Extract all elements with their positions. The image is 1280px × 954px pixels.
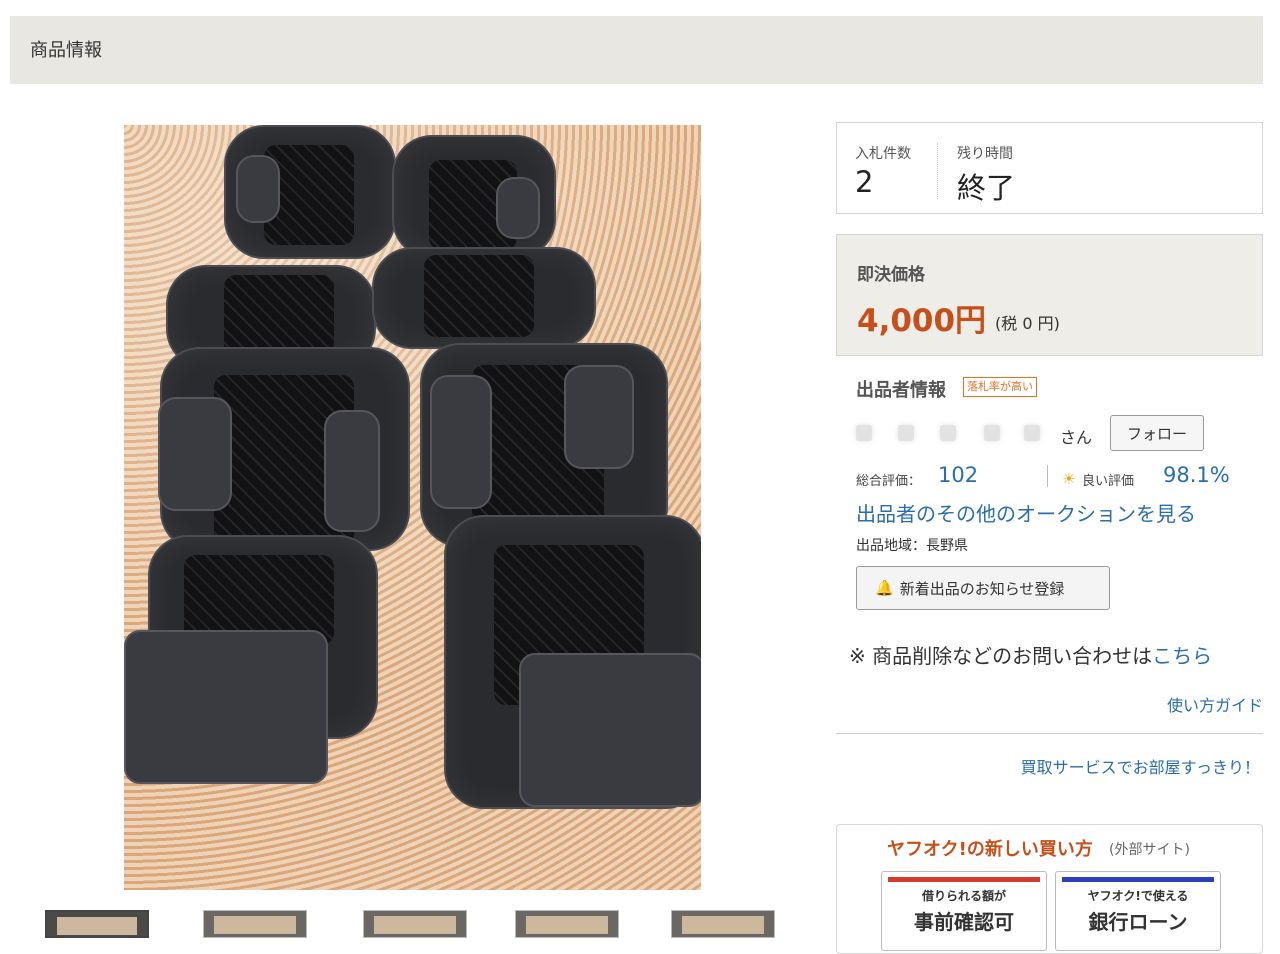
thumbnail[interactable] (363, 910, 467, 938)
buy-now-price-box: 即決価格 4,000円 (税 0 円) (836, 234, 1263, 356)
seller-badge: 落札率が高い (963, 377, 1037, 397)
inquiry-text: ※ 商品削除などのお問い合わせはこちら (849, 640, 1212, 669)
armrest-shape (564, 365, 634, 469)
time-left: 残り時間 終了 (957, 143, 1015, 207)
time-left-value: 終了 (957, 171, 1016, 205)
armrest-shape (324, 410, 380, 532)
armrest-shape (496, 177, 540, 239)
seller-name-blurred[interactable] (856, 423, 1046, 443)
sun-icon: ☀ (1062, 470, 1076, 488)
total-rating-value[interactable]: 102 (938, 463, 978, 487)
section-title: 商品情報 (30, 40, 102, 61)
thumbnail[interactable] (45, 910, 149, 938)
notify-label: 新着出品のお知らせ登録 (899, 579, 1065, 598)
inquiry-prefix: ※ 商品削除などのお問い合わせは (849, 644, 1153, 668)
card-big-text: 銀行ローン (1088, 910, 1188, 934)
new-buy-box: ヤフオク!の新しい買い方 (外部サイト) 借りられる額が 事前確認可 ヤフオク!… (836, 824, 1263, 954)
kaitori-service-link[interactable]: 買取サービスでお部屋すっきり！ (1021, 754, 1260, 778)
card-accent-bar (1062, 877, 1214, 882)
thumbnail[interactable] (203, 910, 307, 938)
bank-loan-card[interactable]: ヤフオク!で使える 銀行ローン (1055, 871, 1221, 951)
quilt-pattern (424, 255, 534, 337)
bid-info-box: 入札件数 2 残り時間 終了 (836, 122, 1263, 214)
time-left-label: 残り時間 (957, 146, 1013, 162)
bid-count-label: 入札件数 (855, 146, 911, 162)
seller-rating-row: 総合評価： 102 ☀ 良い評価 98.1% (856, 462, 1256, 492)
seller-region: 出品地域：長野県 (856, 538, 968, 554)
tax-amount: (税 0 円) (995, 314, 1060, 333)
loan-precheck-card[interactable]: 借りられる額が 事前確認可 (881, 871, 1047, 951)
total-rating-label: 総合評価： (856, 474, 922, 489)
seller-honorific: さん (1060, 428, 1093, 447)
divider (1047, 465, 1048, 487)
good-rating-label: 良い評価 (1082, 474, 1135, 489)
cushion-shape (124, 630, 328, 784)
card-big-text: 事前確認可 (914, 910, 1014, 934)
divider (836, 733, 1263, 734)
usage-guide-link[interactable]: 使い方ガイド (1167, 692, 1263, 716)
good-rating-value: 98.1% (1163, 463, 1230, 487)
thumbnail[interactable] (515, 910, 619, 938)
new-buy-title: ヤフオク!の新しい買い方 (887, 839, 1093, 860)
bell-icon: 🔔 (875, 579, 894, 597)
inquiry-link[interactable]: こちら (1152, 644, 1212, 668)
buy-now-label: 即決価格 (857, 265, 925, 285)
bid-count: 入札件数 2 (855, 143, 911, 199)
seller-info-title: 出品者情報 (856, 380, 946, 401)
section-header: 商品情報 (10, 16, 1263, 84)
cushion-shape (519, 653, 701, 807)
armrest-shape (236, 155, 280, 223)
product-main-image[interactable] (124, 125, 701, 890)
thumbnail-strip (45, 910, 785, 938)
follow-button[interactable]: フォロー (1110, 415, 1204, 451)
card-small-text: ヤフオク!で使える (1087, 889, 1189, 903)
external-site-label: (外部サイト) (1109, 842, 1190, 858)
bid-count-value: 2 (855, 165, 874, 199)
divider (937, 143, 938, 199)
new-listing-notify-button[interactable]: 🔔 新着出品のお知らせ登録 (856, 566, 1110, 610)
card-small-text: 借りられる額が (921, 889, 1006, 903)
buy-now-price: 4,000円 (857, 303, 987, 339)
quilt-pattern (224, 275, 334, 355)
seller-other-auctions-link[interactable]: 出品者のその他のオークションを見る (856, 498, 1196, 527)
armrest-shape (158, 397, 232, 511)
armrest-shape (430, 375, 492, 509)
thumbnail[interactable] (671, 910, 775, 938)
card-accent-bar (888, 877, 1040, 882)
